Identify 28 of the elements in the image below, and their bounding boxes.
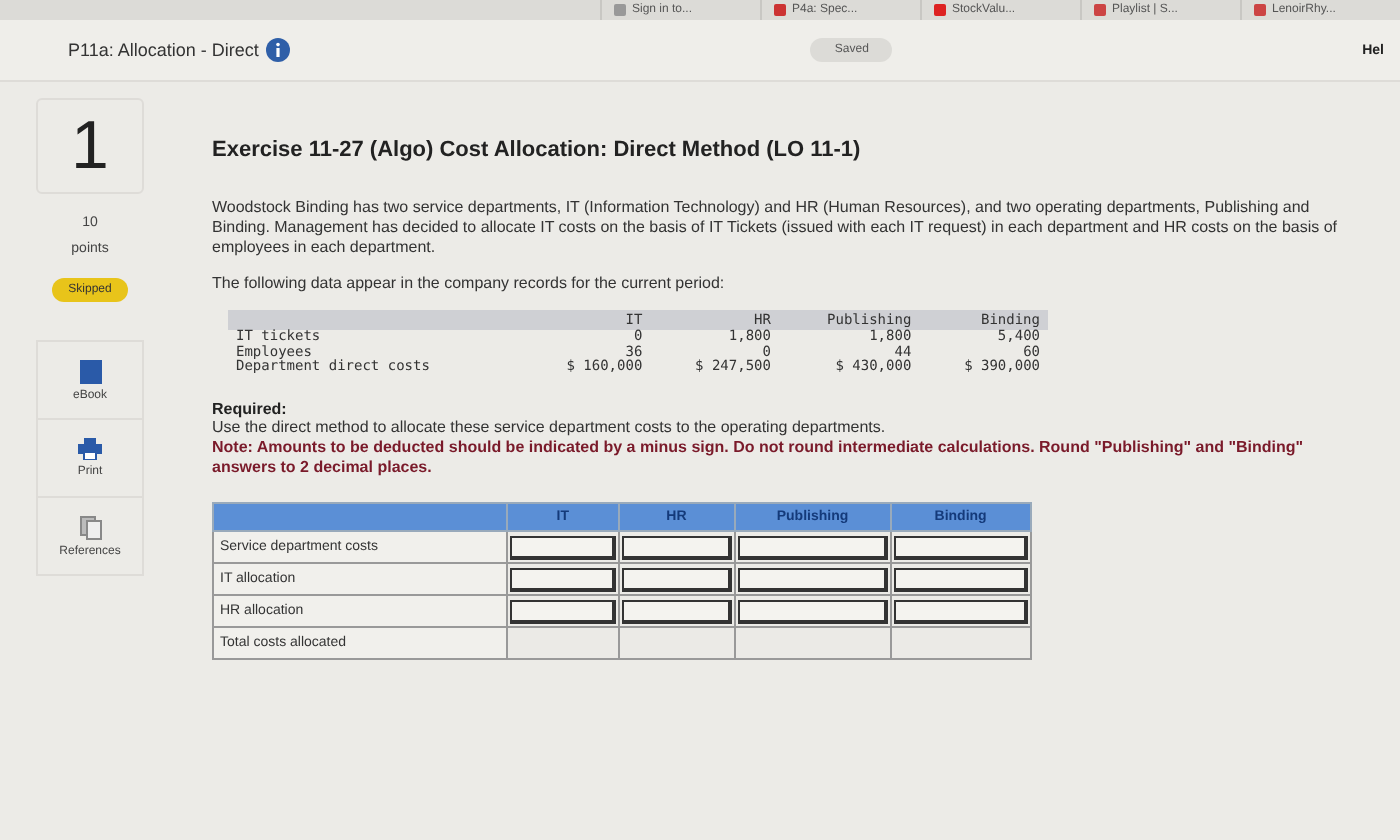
info-icon[interactable]: [266, 38, 291, 62]
favicon-icon: [1254, 4, 1266, 16]
answer-field[interactable]: [621, 567, 732, 592]
answer-field[interactable]: [510, 599, 616, 624]
favicon-icon: [1094, 4, 1106, 16]
answer-field[interactable]: [510, 567, 616, 592]
intro-paragraph: Woodstock Binding has two service departments, IT (Information Technology) and HR (Human Resources), and two operating departments, Publishing and Binding. Management has decided to allocate IT costs on the basis of IT Tickets (issued with each IT request) in each department and HR costs on the basis of employees in each department.: [212, 198, 1340, 258]
answer-field[interactable]: [621, 535, 732, 560]
print-icon: [78, 438, 102, 461]
answer-field[interactable]: [510, 535, 616, 560]
answer-field[interactable]: [737, 567, 888, 592]
answer-field[interactable]: [621, 599, 732, 624]
question-number: 1: [36, 98, 144, 194]
exercise-title: Exercise 11-27 (Algo) Cost Allocation: Direct Method (LO 11-1): [212, 138, 863, 162]
required-label: Required:: [212, 400, 289, 419]
answer-field[interactable]: [893, 599, 1028, 624]
favicon-icon: [934, 4, 946, 16]
note-text: Note: Amounts to be deducted should be indicated by a minus sign. Do not round intermediate calculations. Round "Publishing" and "Binding" answers to 2 decimal places.: [212, 438, 1306, 479]
assignment-title: P11a: Allocation - Direct: [68, 40, 259, 60]
favicon-icon: [614, 4, 626, 16]
documents-icon: [79, 515, 101, 540]
answer-field[interactable]: [737, 599, 888, 624]
answer-field[interactable]: [893, 567, 1028, 592]
answer-field[interactable]: [893, 535, 1028, 560]
favicon-icon: [774, 4, 786, 16]
required-text: Use the direct method to allocate these service department costs to the operating departments.: [212, 418, 888, 439]
answer-field[interactable]: [737, 535, 888, 560]
lead-text: The following data appear in the company records for the current period:: [212, 274, 727, 294]
